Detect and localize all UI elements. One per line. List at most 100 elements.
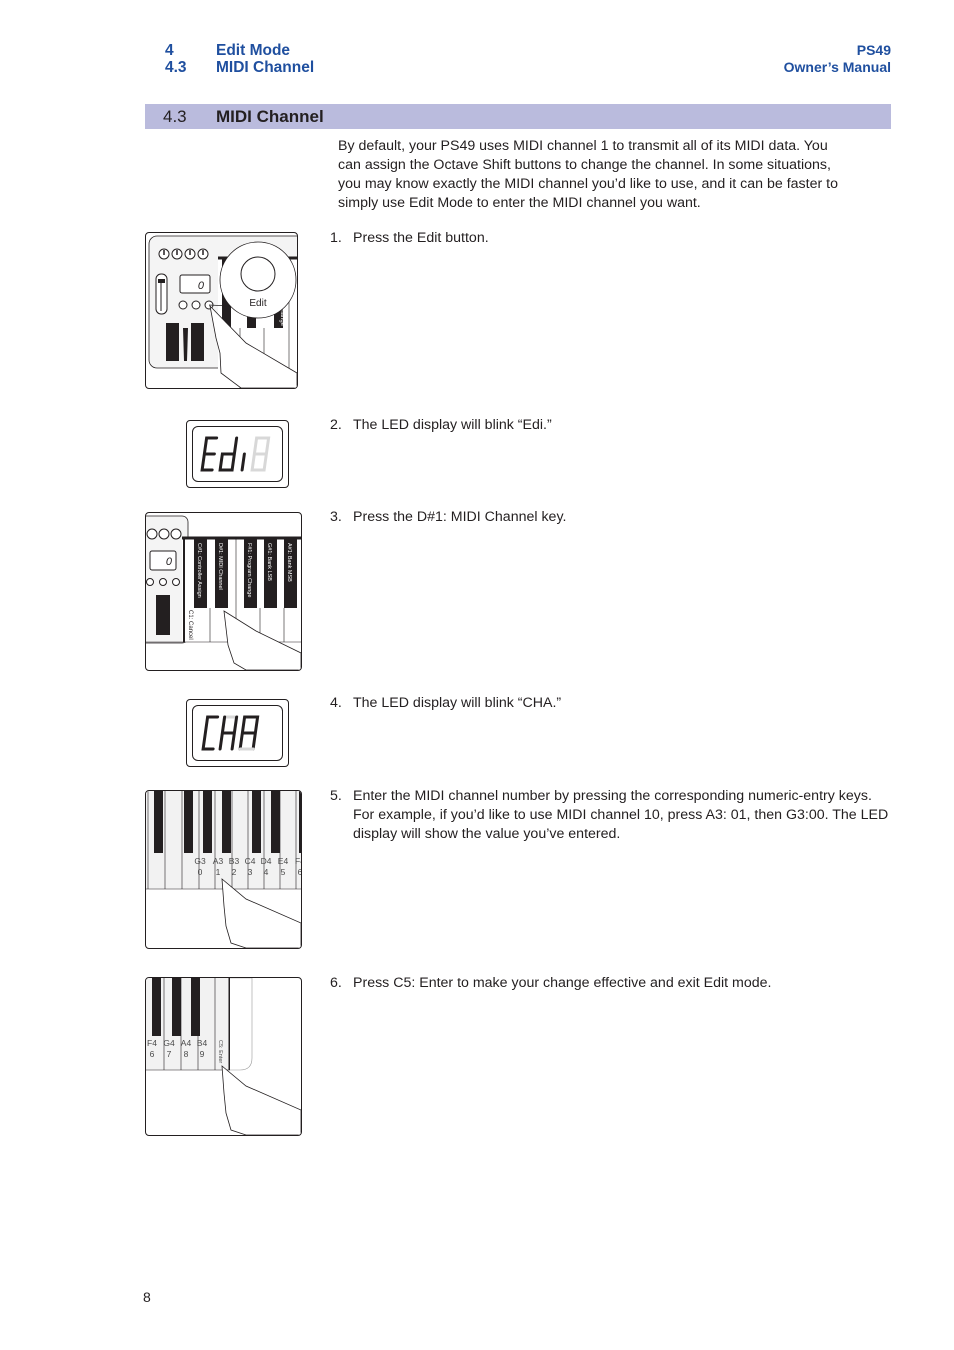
key-number-label: 6 [298, 867, 301, 877]
section-heading-title: MIDI Channel [216, 106, 324, 126]
mod-wheel [191, 323, 204, 361]
step-2: 2. The LED display will blink “Edi.” [330, 416, 895, 435]
black-key [172, 978, 181, 1036]
key-note-label: E4 [278, 856, 289, 866]
figure-numeric-entry: G3 0 A3 1 B3 2 C4 3 D4 4 E4 5 F4 6 [145, 790, 302, 949]
black-key [271, 791, 280, 853]
product-name: PS49 [856, 42, 891, 58]
step-number: 1. [330, 230, 342, 246]
step-4: 4. The LED display will blink “CHA.” [330, 694, 895, 713]
chapter-number: 4 [165, 42, 174, 59]
led-glyph-c [201, 715, 220, 751]
led-display-edi [200, 436, 271, 472]
key-number-label: 3 [248, 867, 253, 877]
pointing-hand-icon [221, 878, 301, 948]
black-key [252, 791, 261, 853]
display-window [179, 274, 211, 294]
enter-key-label: C5: Enter [217, 1040, 223, 1063]
black-key [203, 791, 212, 853]
key-number-label: 2 [232, 867, 237, 877]
black-key [152, 978, 161, 1036]
pitch-wheel [166, 323, 179, 361]
key-number-label: 9 [200, 1049, 205, 1059]
step-text: Press the D#1: MIDI Channel key. [353, 509, 567, 525]
key-number-label: 6 [150, 1049, 155, 1059]
keyboard-keys-illustration: 0 C#1: Controller Assign D#1: MIDI Chann… [146, 515, 301, 670]
numeric-keys-illustration: G3 0 A3 1 B3 2 C4 3 D4 4 E4 5 F4 6 [146, 791, 301, 948]
step-number: 6. [330, 975, 342, 991]
black-key [184, 791, 193, 853]
step-text: The LED display will blink “Edi.” [353, 417, 552, 433]
white-key-label: C1: Cancel [187, 610, 193, 640]
black-key [299, 791, 301, 853]
key-number-label: 5 [281, 867, 286, 877]
black-key [191, 978, 200, 1036]
pointing-hand-icon [221, 1065, 301, 1135]
black-key-label: F#1: Program Change [246, 543, 252, 597]
step-text: Enter the MIDI channel number by pressin… [353, 788, 889, 842]
knob-icon [158, 528, 170, 540]
key-note-label: A3 [213, 856, 224, 866]
key-note-label: A4 [181, 1038, 192, 1048]
intro-paragraph: By default, your PS49 uses MIDI channel … [338, 138, 838, 211]
figure-press-enter: F4 6 G4 7 A4 8 B4 9 C5: Enter [145, 977, 302, 1136]
chapter-line: 4 Edit Mode [165, 42, 314, 59]
running-header-left: 4 Edit Mode 4.3 MIDI Channel [165, 42, 314, 76]
key-note-label: F4 [295, 856, 301, 866]
led-glyph-d [218, 436, 239, 472]
key-number-label: 0 [198, 867, 203, 877]
section-title-header: MIDI Channel [216, 59, 315, 76]
step-text: Press the Edit button. [353, 230, 489, 246]
step-text: The LED display will blink “CHA.” [353, 695, 562, 711]
key-number-label: 8 [184, 1049, 189, 1059]
key-note-label: D4 [261, 856, 272, 866]
black-key-label: D#1: MIDI Channel [217, 543, 223, 590]
key-number-label: 1 [216, 867, 221, 877]
key-number-label: 4 [264, 867, 269, 877]
step-3: 3. Press the D#1: MIDI Channel key. [330, 508, 895, 527]
black-key-label: A#1: Bank MSB [286, 543, 292, 582]
led-glyph-h [218, 715, 239, 751]
chapter-title: Edit Mode [216, 42, 291, 59]
black-key-label: G#1: Bank LSB [266, 543, 272, 581]
section-number: 4.3 [165, 59, 187, 76]
octave-down-button [178, 300, 188, 310]
led-glyph-i [240, 452, 246, 472]
step-6: 6. Press C5: Enter to make your change e… [330, 974, 895, 993]
step-text: Press C5: Enter to make your change effe… [353, 975, 772, 991]
page-number: 8 [143, 1289, 151, 1305]
knob-icon [170, 528, 182, 540]
key-note-label: B4 [197, 1038, 208, 1048]
black-key [222, 791, 231, 853]
octave-up-button [191, 300, 201, 310]
step-number: 3. [330, 509, 342, 525]
key-note-label: F4 [147, 1038, 157, 1048]
key-note-label: C4 [245, 856, 256, 866]
led-glyph-a [238, 715, 260, 751]
edit-button-callout [240, 256, 276, 292]
section-line: 4.3 MIDI Channel [165, 59, 314, 76]
figure-led-edi [186, 420, 289, 488]
figure-led-cha [186, 699, 289, 767]
display-value: 0 [166, 556, 173, 568]
black-key [154, 791, 163, 853]
mod-wheel [156, 595, 170, 635]
document-title: Owner’s Manual [783, 59, 891, 75]
display-value: 0 [198, 280, 205, 292]
enter-key-illustration: F4 6 G4 7 A4 8 B4 9 C5: Enter [146, 978, 301, 1135]
figure-press-edit: 0 Change Edit [145, 232, 298, 389]
figure-press-midi-channel-key: 0 C#1: Controller Assign D#1: MIDI Chann… [145, 512, 302, 671]
led-glyph-off [250, 436, 271, 472]
step-number: 2. [330, 417, 342, 433]
step-1: 1. Press the Edit button. [330, 229, 895, 248]
black-key-label: C#1: Controller Assign [196, 543, 202, 598]
key-number-label: 7 [167, 1049, 172, 1059]
step-5: 5. Enter the MIDI channel number by pres… [330, 787, 895, 844]
key-note-label: G3 [194, 856, 206, 866]
key-note-label: B3 [229, 856, 240, 866]
display-window [149, 550, 177, 571]
step-number: 4. [330, 695, 342, 711]
key-note-label: G4 [163, 1038, 175, 1048]
knob-icon [146, 528, 158, 540]
callout-label: Edit [249, 298, 266, 309]
